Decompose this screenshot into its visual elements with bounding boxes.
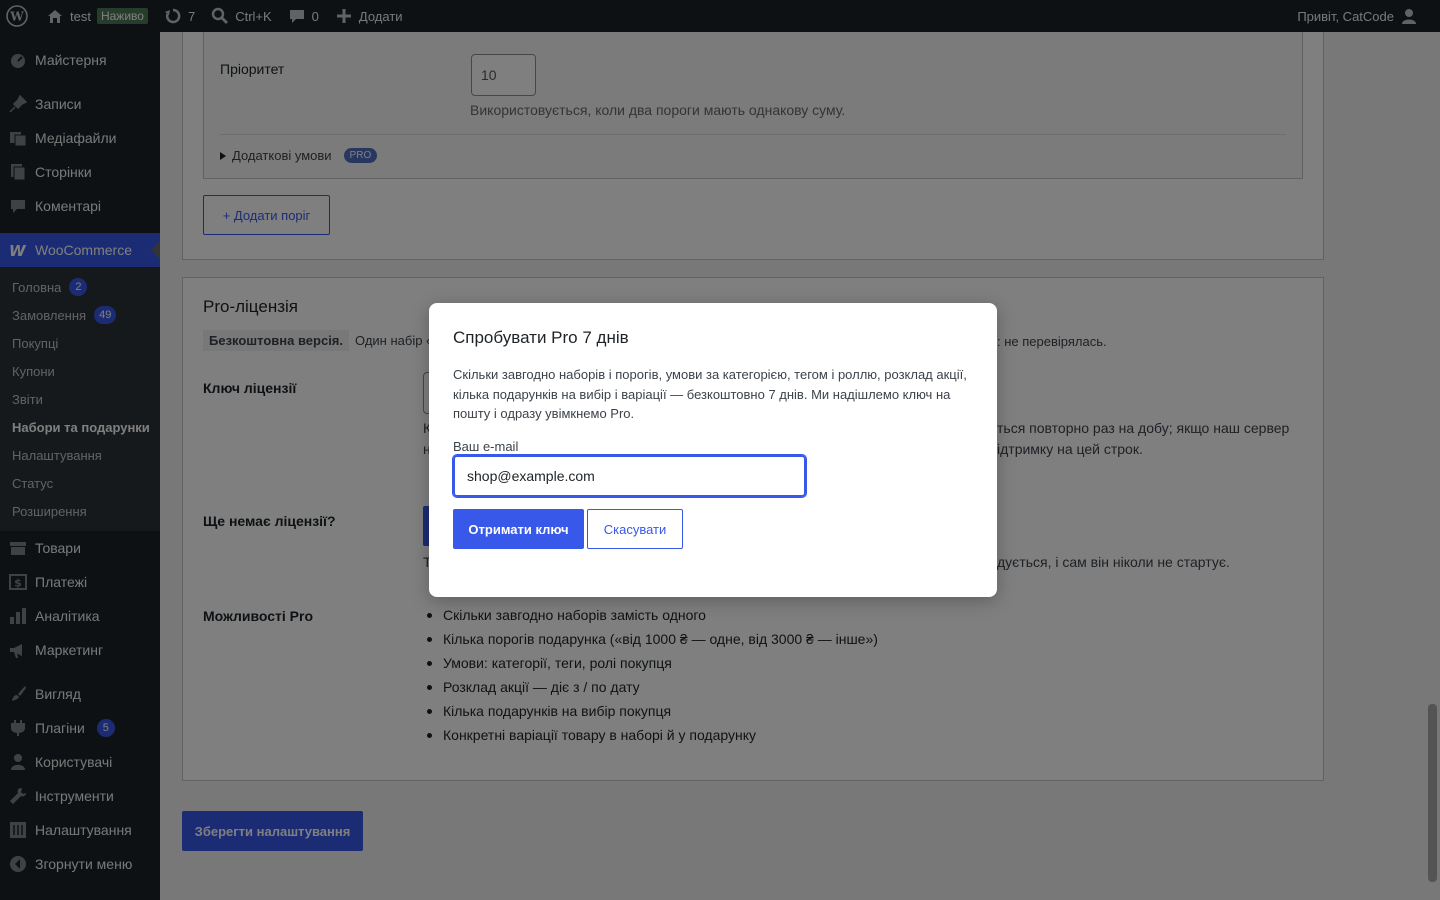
email-label: Ваш e-mail xyxy=(453,439,519,454)
email-field[interactable]: shop@example.com xyxy=(453,455,806,497)
cancel-button[interactable]: Скасувати xyxy=(587,509,683,549)
modal-title: Спробувати Pro 7 днів xyxy=(453,328,629,347)
modal-description: Скільки завгодно наборів і порогів, умов… xyxy=(453,367,967,421)
trial-modal: Спробувати Pro 7 днів Скільки завгодно н… xyxy=(429,303,997,597)
get-key-button[interactable]: Отримати ключ xyxy=(453,509,584,549)
